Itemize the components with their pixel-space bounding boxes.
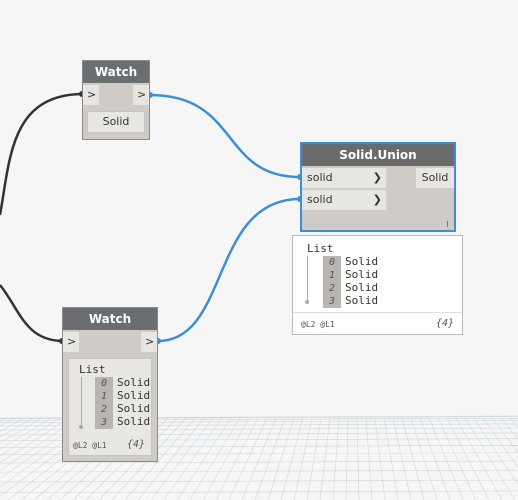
list-value: Solid bbox=[345, 281, 379, 294]
node-title: Watch bbox=[83, 61, 149, 83]
solid-union-preview: List 0 Solid 1 Solid 2 Solid 3 Solid @L2 @L1 {4… bbox=[292, 235, 463, 335]
list-item: 3 Solid bbox=[323, 294, 379, 308]
watch-value: Solid bbox=[102, 115, 130, 128]
list-item: 2 Solid bbox=[323, 281, 379, 295]
output-port-solid[interactable]: Solid bbox=[416, 168, 454, 188]
tree-line bbox=[307, 256, 308, 300]
tree-end-dot bbox=[305, 300, 309, 304]
input-port-solid-2[interactable]: solid ❯ bbox=[302, 190, 386, 210]
list-index: 3 bbox=[95, 416, 113, 429]
node-title: Watch bbox=[63, 308, 157, 330]
list-item: 0 Solid bbox=[323, 255, 379, 269]
output-port[interactable]: > bbox=[141, 332, 157, 352]
tree-end-dot bbox=[79, 425, 83, 429]
chevron-right-icon: ❯ bbox=[372, 171, 382, 184]
watch-value-box: Solid bbox=[87, 111, 145, 133]
list-value: Solid bbox=[345, 255, 379, 268]
graph-canvas[interactable]: Watch > > Solid Solid.Union solid ❯ soli… bbox=[0, 0, 518, 500]
output-port[interactable]: > bbox=[133, 85, 149, 105]
list-value: Solid bbox=[345, 268, 379, 281]
list-value: Solid bbox=[117, 402, 151, 415]
list-item: 3 Solid bbox=[95, 415, 151, 429]
watch-list-box: List 0 Solid 1 Solid 2 Solid 3 Solid @L2 @L1 {4… bbox=[68, 358, 152, 456]
list-index: 3 bbox=[323, 295, 341, 308]
watch-node-top[interactable]: Watch > > Solid bbox=[82, 60, 150, 140]
wire-left-lower bbox=[0, 284, 63, 343]
list-levels: @L2 @L1 bbox=[73, 441, 107, 450]
divider bbox=[293, 312, 462, 313]
list-value: Solid bbox=[117, 376, 151, 389]
wire-watch-top-to-union bbox=[149, 93, 301, 179]
list-item: 1 Solid bbox=[95, 389, 151, 403]
input-port[interactable]: > bbox=[63, 332, 79, 352]
node-title: Solid.Union bbox=[302, 144, 454, 166]
input-port-solid-1[interactable]: solid ❯ bbox=[302, 168, 386, 188]
solid-union-node[interactable]: Solid.Union solid ❯ solid ❯ Solid bbox=[300, 142, 456, 232]
chevron-right-icon: ❯ bbox=[372, 193, 382, 206]
list-count: {4} bbox=[435, 318, 454, 329]
tree-line bbox=[81, 377, 82, 425]
list-item: 1 Solid bbox=[323, 268, 379, 282]
list-count: {4} bbox=[126, 439, 145, 450]
list-value: Solid bbox=[117, 389, 151, 402]
watch-node-bottom[interactable]: Watch > > List 0 Solid 1 Solid 2 Solid 3 Solid … bbox=[62, 307, 158, 462]
watch-list: 0 Solid 1 Solid 2 Solid 3 Solid bbox=[95, 376, 151, 429]
wire-watch-bottom-to-union bbox=[157, 197, 301, 343]
list-levels: @L2 @L1 bbox=[301, 320, 335, 329]
port-label: solid bbox=[307, 193, 333, 206]
input-port[interactable]: > bbox=[83, 85, 99, 105]
list-item: 0 Solid bbox=[95, 376, 151, 390]
wire-left-upper bbox=[0, 92, 83, 216]
resize-handle[interactable] bbox=[447, 221, 448, 227]
list-value: Solid bbox=[117, 415, 151, 428]
list-header: List bbox=[79, 363, 106, 376]
list-header: List bbox=[307, 242, 334, 255]
list-value: Solid bbox=[345, 294, 379, 307]
preview-list: 0 Solid 1 Solid 2 Solid 3 Solid bbox=[323, 255, 379, 308]
port-label: solid bbox=[307, 171, 333, 184]
list-item: 2 Solid bbox=[95, 402, 151, 416]
